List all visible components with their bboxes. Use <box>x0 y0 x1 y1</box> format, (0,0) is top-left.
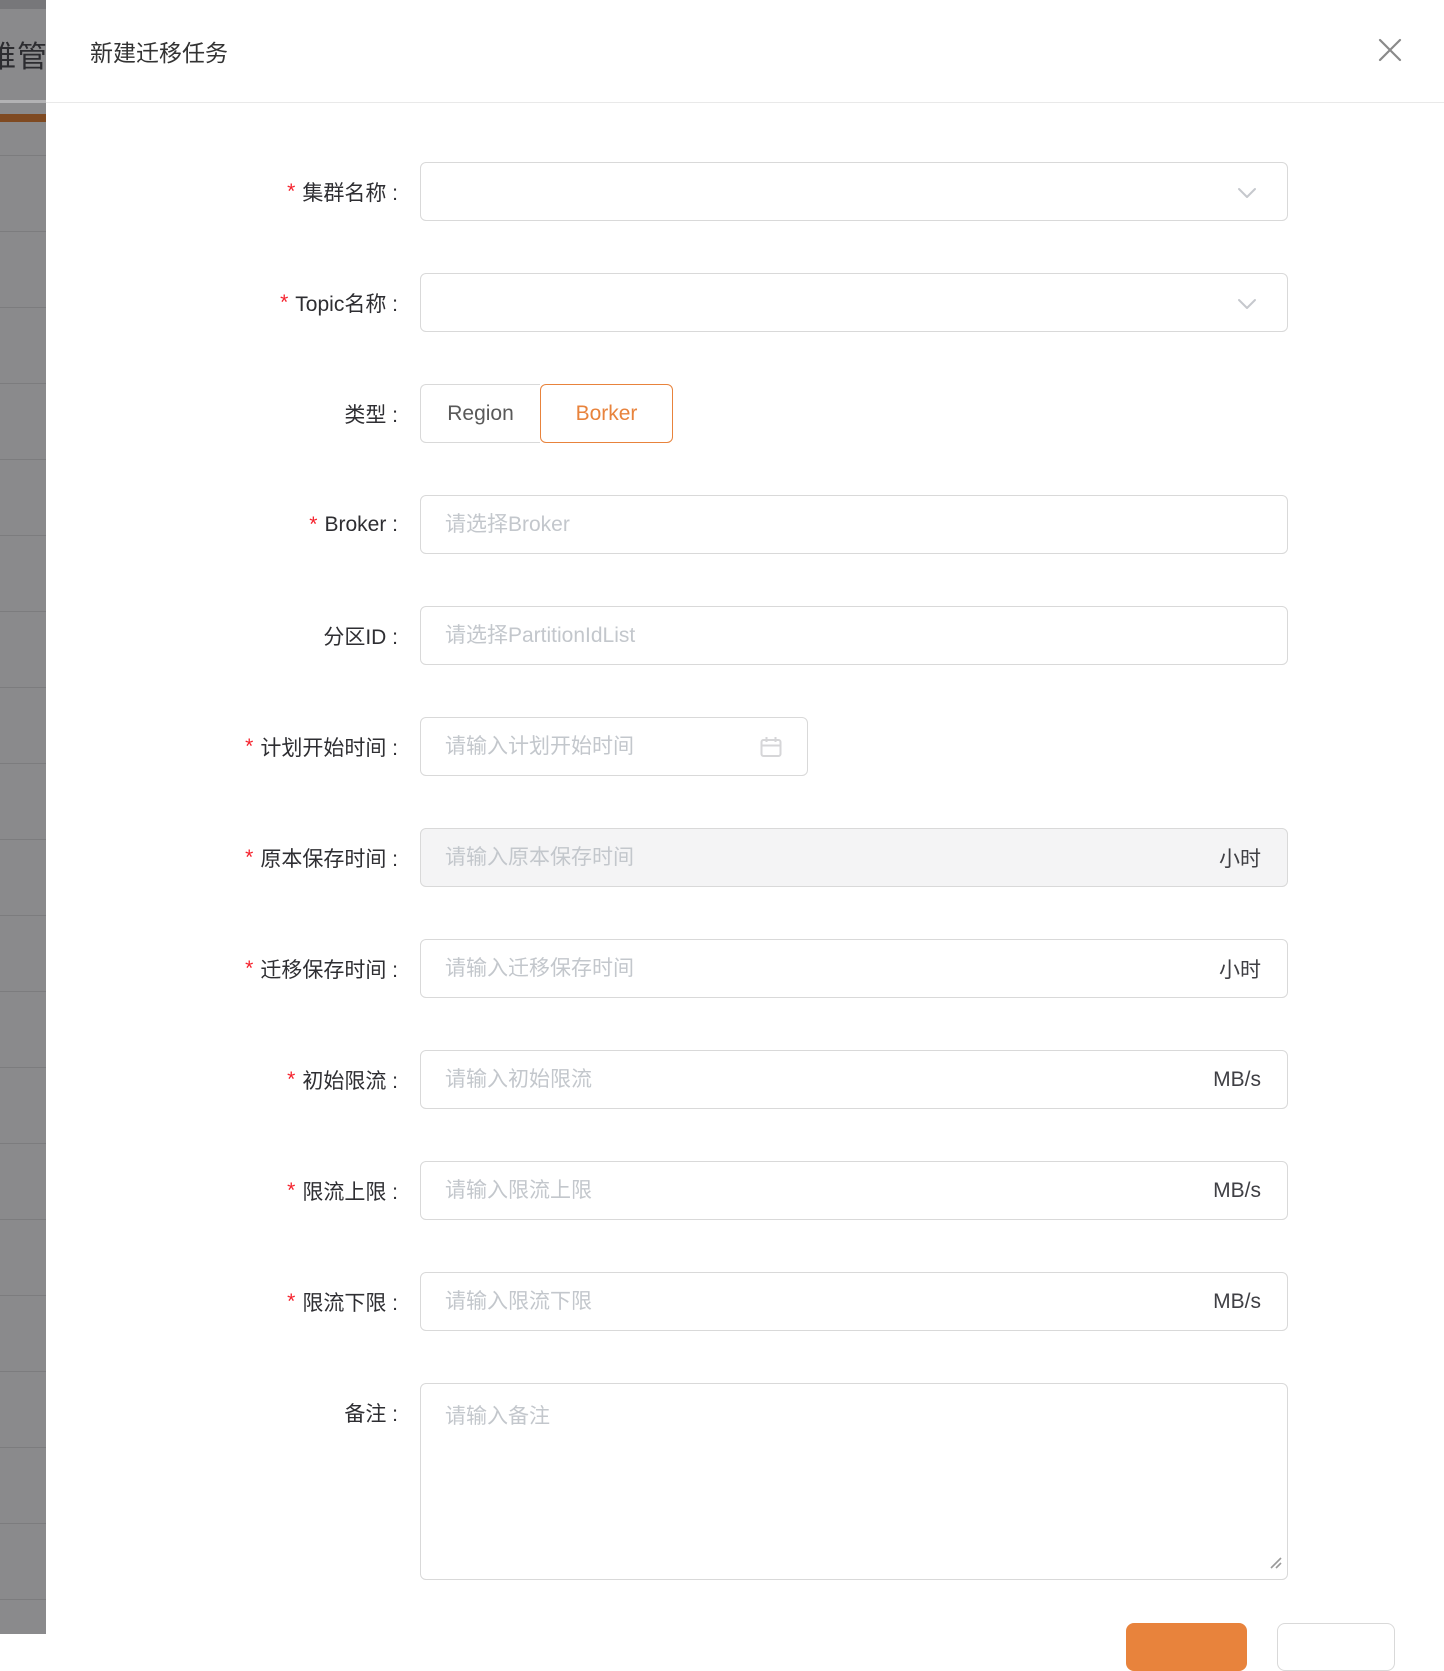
required-asterisk: * <box>287 180 295 204</box>
migrate-save-time-input-box: 小时 <box>420 939 1288 998</box>
backdrop-divider <box>0 100 46 103</box>
backdrop-row-line <box>0 991 46 992</box>
chevron-down-icon <box>1237 186 1257 204</box>
plan-start-time-input[interactable] <box>421 718 807 775</box>
backdrop-row-line <box>0 307 46 308</box>
initial-rate-limit-input[interactable] <box>421 1051 1287 1108</box>
field-label-text: 限流下限 : <box>302 1287 398 1317</box>
backdrop-active-tab-bar <box>0 114 46 122</box>
required-asterisk: * <box>245 846 253 870</box>
field-label-text: 迁移保存时间 : <box>260 954 398 984</box>
field-label-cluster-name: * 集群名称 : <box>46 162 406 221</box>
required-asterisk: * <box>287 1179 295 1203</box>
field-label-rate-limit-upper: * 限流上限 : <box>46 1161 406 1220</box>
broker-input-box <box>420 495 1288 554</box>
field-label-text: Broker : <box>324 513 398 537</box>
field-label-rate-limit-lower: * 限流下限 : <box>46 1272 406 1331</box>
toggle-option-borker[interactable]: Borker <box>540 384 673 443</box>
required-asterisk: * <box>280 291 288 315</box>
backdrop-row-line <box>0 1447 46 1448</box>
field-label-text: 集群名称 : <box>302 177 398 207</box>
topic-name-select[interactable] <box>420 273 1288 332</box>
migration-task-form: * 集群名称 : * Topic名称 : 类型 : RegionBorker * Broker… <box>46 0 1444 1634</box>
field-label-topic-name: * Topic名称 : <box>46 273 406 332</box>
field-label-text: 限流上限 : <box>302 1176 398 1206</box>
required-asterisk: * <box>309 513 317 537</box>
required-asterisk: * <box>245 735 253 759</box>
backdrop-row-line <box>0 763 46 764</box>
required-asterisk: * <box>287 1290 295 1314</box>
field-label-broker: * Broker : <box>46 495 406 554</box>
partition-id-input-box <box>420 606 1288 665</box>
backdrop-row-line <box>0 459 46 460</box>
rate-limit-upper-input[interactable] <box>421 1162 1287 1219</box>
new-migration-task-modal: 新建迁移任务 *集群名称 :*Topic名称 :类型 :RegionBorker… <box>46 0 1444 1634</box>
field-label-plan-start-time: * 计划开始时间 : <box>46 717 406 776</box>
dimmed-backdrop: 维管理 <box>0 0 46 1634</box>
field-label-partition-id: 分区ID : <box>46 606 406 665</box>
rate-limit-lower-input-box: MB/s <box>420 1272 1288 1331</box>
backdrop-row-line <box>0 535 46 536</box>
initial-rate-limit-input-box: MB/s <box>420 1050 1288 1109</box>
field-label-text: 分区ID : <box>323 621 398 651</box>
field-label-remark: 备注 : <box>46 1383 406 1442</box>
backdrop-row-line <box>0 687 46 688</box>
field-label-text: Topic名称 : <box>295 288 398 318</box>
migrate-save-time-input[interactable] <box>421 940 1287 997</box>
field-label-text: 初始限流 : <box>302 1065 398 1095</box>
confirm-button[interactable] <box>1126 1623 1247 1671</box>
original-save-time-input[interactable] <box>421 829 1287 886</box>
backdrop-row-line <box>0 839 46 840</box>
required-asterisk: * <box>287 1068 295 1092</box>
original-save-time-input-box: 小时 <box>420 828 1288 887</box>
cluster-name-select[interactable] <box>420 162 1288 221</box>
type-toggle-group: RegionBorker <box>420 384 673 443</box>
rate-limit-lower-input[interactable] <box>421 1273 1287 1330</box>
backdrop-row-line <box>0 1219 46 1220</box>
backdrop-row-line <box>0 915 46 916</box>
backdrop-row-line <box>0 611 46 612</box>
remark-textarea-box <box>420 1383 1288 1580</box>
backdrop-row-line <box>0 1143 46 1144</box>
backdrop-row-line <box>0 1371 46 1372</box>
plan-start-time-input-box <box>420 717 808 776</box>
required-asterisk: * <box>245 957 253 981</box>
remark-textarea[interactable] <box>421 1384 1287 1579</box>
rate-limit-upper-input-box: MB/s <box>420 1161 1288 1220</box>
field-label-original-save-time: * 原本保存时间 : <box>46 828 406 887</box>
field-label-text: 原本保存时间 : <box>260 843 398 873</box>
field-label-text: 计划开始时间 : <box>260 732 398 762</box>
field-label-initial-rate-limit: * 初始限流 : <box>46 1050 406 1109</box>
field-label-text: 备注 : <box>344 1398 398 1428</box>
field-label-text: 类型 : <box>344 399 398 429</box>
backdrop-row-line <box>0 383 46 384</box>
partition-id-input[interactable] <box>421 607 1287 664</box>
backdrop-row-line <box>0 1067 46 1068</box>
backdrop-top-band <box>0 0 46 9</box>
backdrop-row-line <box>0 1295 46 1296</box>
backdrop-row-line <box>0 155 46 156</box>
backdrop-row-line <box>0 1599 46 1600</box>
backdrop-row-line <box>0 231 46 232</box>
field-label-type: 类型 : <box>46 384 406 443</box>
cancel-button[interactable] <box>1277 1623 1395 1671</box>
backdrop-row-line <box>0 1523 46 1524</box>
chevron-down-icon <box>1237 297 1257 315</box>
backdrop-partial-title: 维管理 <box>0 32 46 76</box>
broker-input[interactable] <box>421 496 1287 553</box>
toggle-option-region[interactable]: Region <box>420 384 540 443</box>
field-label-migrate-save-time: * 迁移保存时间 : <box>46 939 406 998</box>
